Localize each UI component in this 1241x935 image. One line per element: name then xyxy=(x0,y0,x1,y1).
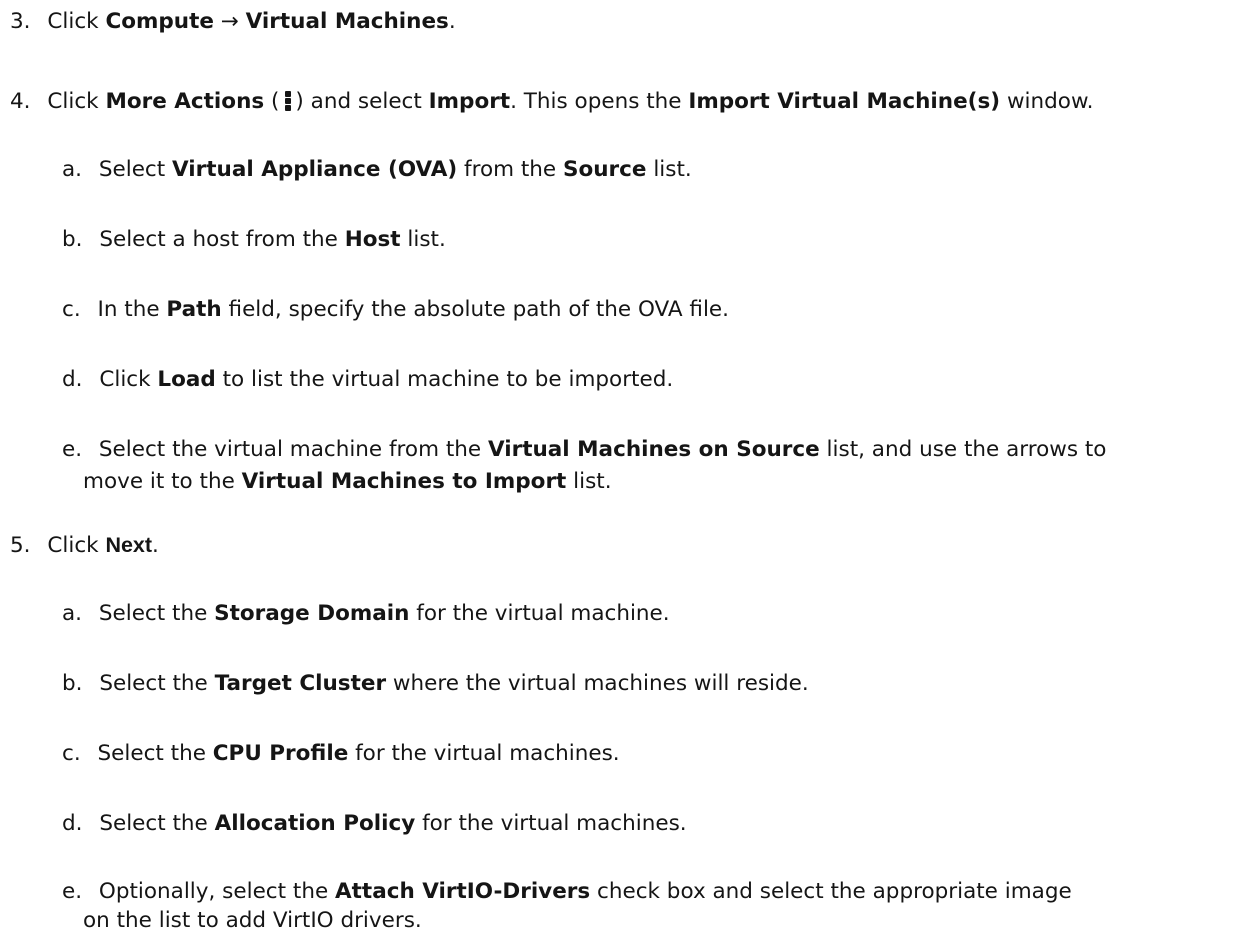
more-actions-label: More Actions xyxy=(105,89,265,114)
menu-compute: Compute xyxy=(105,9,214,34)
step-3: 3. Click Compute → Virtual Machines. xyxy=(10,8,456,36)
step-text: field, specify the absolute path of the … xyxy=(221,297,729,322)
substep-5d: d. Select the Allocation Policy for the … xyxy=(62,810,687,838)
allocation-policy-label: Allocation Policy xyxy=(214,811,416,836)
substep-4a: a. Select Virtual Appliance (OVA) from t… xyxy=(62,156,692,184)
step-text: check box and select the appropriate ima… xyxy=(590,879,1072,904)
arrow-separator: → xyxy=(213,9,246,34)
substep-letter: e. xyxy=(62,879,83,904)
substep-5c: c. Select the CPU Profile for the virtua… xyxy=(62,740,620,768)
source-label: Source xyxy=(563,157,647,182)
step-text: Select the xyxy=(99,811,215,836)
attach-virtio-label: Attach VirtIO-Drivers xyxy=(335,879,591,904)
substep-5a: a. Select the Storage Domain for the vir… xyxy=(62,600,670,628)
step-text: for the virtual machines. xyxy=(348,741,620,766)
step-4: 4. Click More Actions ( ) and select Impo… xyxy=(10,88,1093,116)
step-text: ( xyxy=(264,89,280,114)
cpu-profile-label: CPU Profile xyxy=(212,741,349,766)
step-text: Click xyxy=(47,533,106,558)
substep-4e: e. Select the virtual machine from the V… xyxy=(62,436,1106,464)
substep-4d: d. Click Load to list the virtual machin… xyxy=(62,366,673,394)
path-label: Path xyxy=(166,297,222,322)
storage-domain-label: Storage Domain xyxy=(214,601,410,626)
next-label: Next xyxy=(105,533,153,557)
step-text: window. xyxy=(1000,89,1094,114)
step-text: from the xyxy=(457,157,563,182)
step-text: list. xyxy=(646,157,692,182)
step-text: ) and select xyxy=(295,89,429,114)
step-text: In the xyxy=(97,297,167,322)
substep-letter: d. xyxy=(62,367,83,392)
punctuation: . xyxy=(448,9,456,34)
substep-4b: b. Select a host from the Host list. xyxy=(62,226,446,254)
substep-5e: e. Optionally, select the Attach VirtIO-… xyxy=(62,878,1072,906)
step-text: for the virtual machines. xyxy=(415,811,687,836)
substep-5e-continued: on the list to add VirtIO drivers. xyxy=(83,907,422,935)
substep-letter: d. xyxy=(62,811,83,836)
step-text: Select the xyxy=(97,741,213,766)
step-text: Select xyxy=(98,157,173,182)
target-cluster-label: Target Cluster xyxy=(214,671,387,696)
substep-letter: e. xyxy=(62,437,83,462)
step-text: Select the xyxy=(98,601,215,626)
step-number: 4. xyxy=(10,89,31,114)
substep-letter: a. xyxy=(62,157,83,182)
step-text: list, and use the arrows to xyxy=(819,437,1107,462)
step-text: Select a host from the xyxy=(99,227,345,252)
substep-4e-continued: move it to the Virtual Machines to Impor… xyxy=(83,468,612,496)
step-number: 5. xyxy=(10,533,31,558)
substep-letter: b. xyxy=(62,671,83,696)
host-label: Host xyxy=(344,227,401,252)
substep-letter: b. xyxy=(62,227,83,252)
step-text: where the virtual machines will reside. xyxy=(386,671,809,696)
step-number: 3. xyxy=(10,9,31,34)
virtual-appliance-label: Virtual Appliance (OVA) xyxy=(172,157,458,182)
step-text: move it to the xyxy=(83,469,242,494)
step-text: Select the xyxy=(99,671,215,696)
step-text: Click xyxy=(99,367,158,392)
menu-virtual-machines: Virtual Machines xyxy=(245,9,449,34)
step-text: to list the virtual machine to be import… xyxy=(215,367,674,392)
step-text: list. xyxy=(400,227,446,252)
substep-4c: c. In the Path field, specify the absolu… xyxy=(62,296,729,324)
import-label: Import xyxy=(428,89,511,114)
vms-on-source-label: Virtual Machines on Source xyxy=(487,437,820,462)
vms-to-import-label: Virtual Machines to Import xyxy=(241,469,567,494)
step-text: Click xyxy=(47,89,106,114)
step-text: . This opens the xyxy=(510,89,689,114)
step-text: Optionally, select the xyxy=(98,879,336,904)
step-5: 5. Click Next. xyxy=(10,531,159,560)
substep-letter: c. xyxy=(62,741,81,766)
import-window-label: Import Virtual Machine(s) xyxy=(688,89,1001,114)
punctuation: . xyxy=(152,533,159,558)
load-label: Load xyxy=(157,367,216,392)
substep-5b: b. Select the Target Cluster where the v… xyxy=(62,670,809,698)
substep-letter: a. xyxy=(62,601,83,626)
step-text: Select the virtual machine from the xyxy=(98,437,488,462)
substep-letter: c. xyxy=(62,297,81,322)
step-text: on the list to add VirtIO drivers. xyxy=(83,908,422,933)
more-actions-kebab-icon xyxy=(283,88,292,116)
step-text: for the virtual machine. xyxy=(409,601,670,626)
step-text: list. xyxy=(566,469,612,494)
step-text: Click xyxy=(47,9,106,34)
